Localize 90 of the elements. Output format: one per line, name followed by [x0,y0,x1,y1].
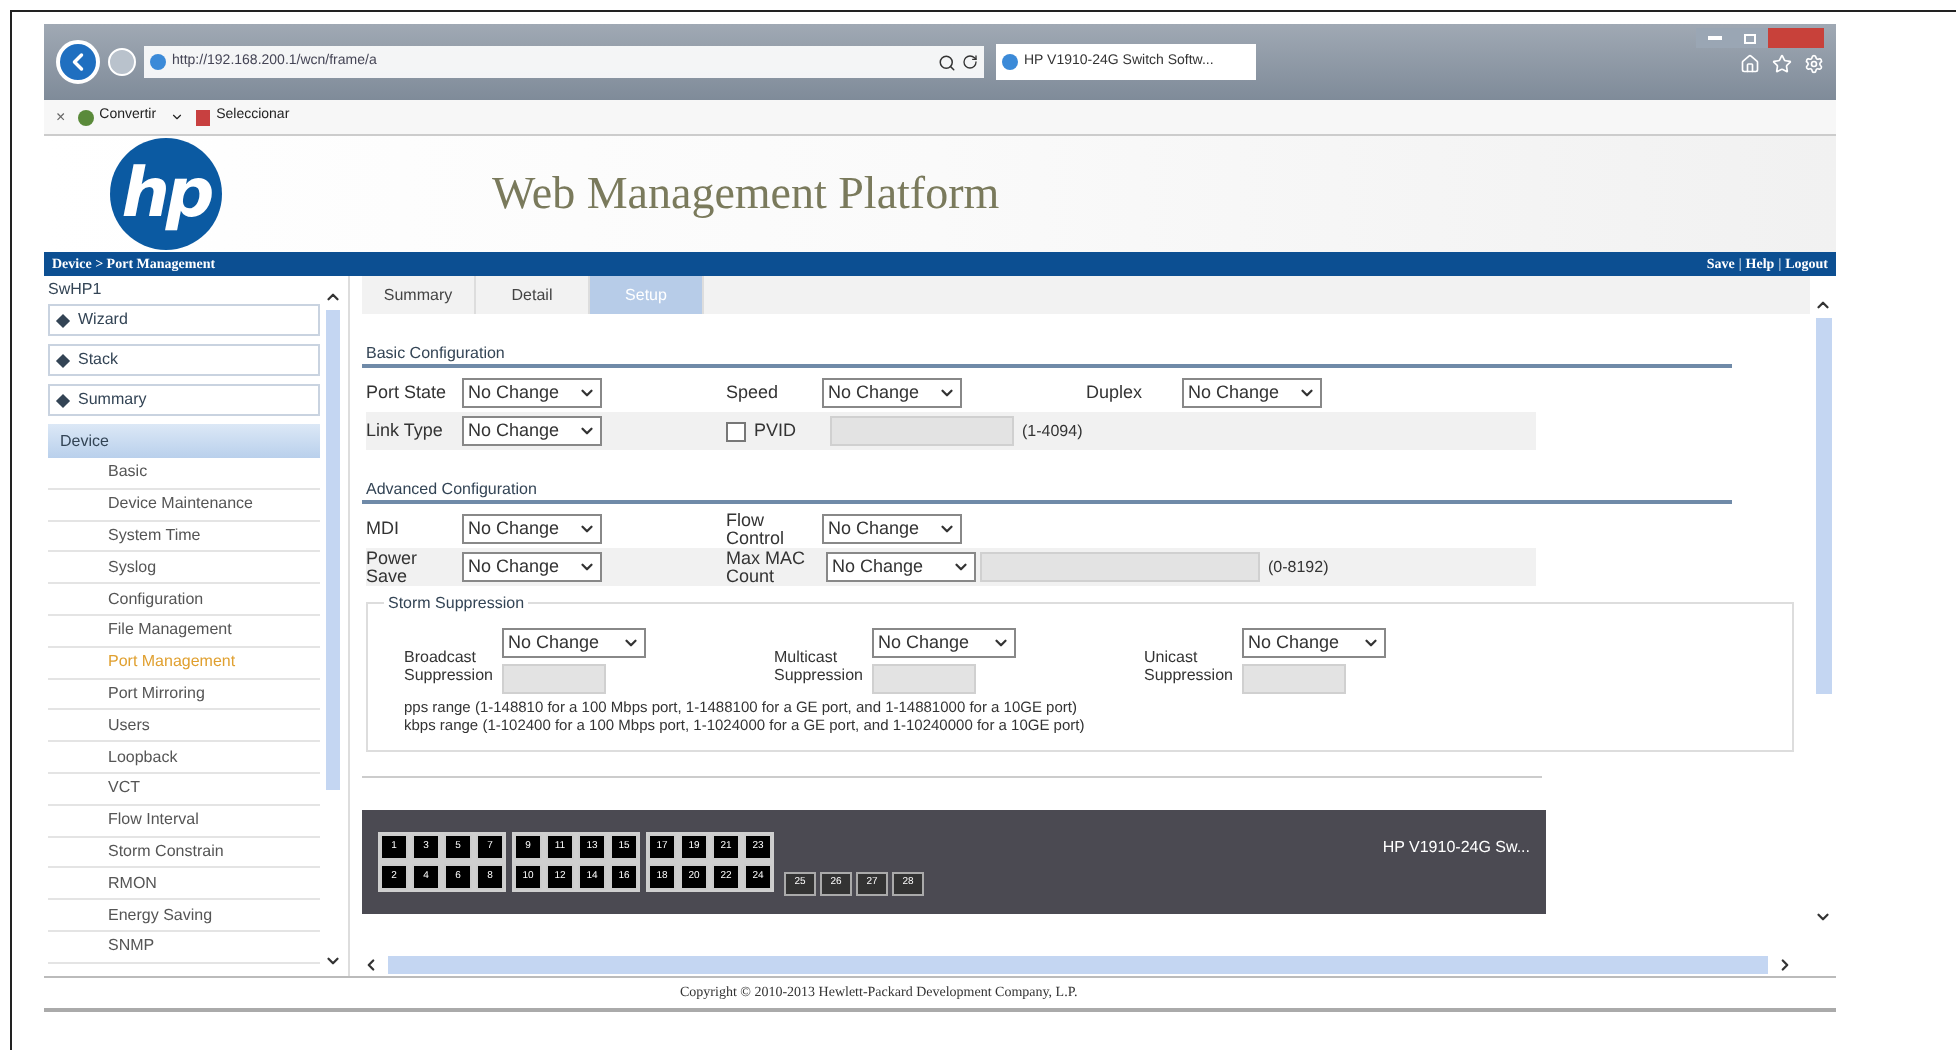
maximize-icon[interactable] [1732,28,1768,48]
dropdown[interactable]: No Change [1182,378,1322,408]
dropdown[interactable]: No Change [462,514,602,544]
input-field[interactable] [980,552,1260,582]
caret-icon [992,634,1010,652]
field-label: Duplex [1086,384,1145,402]
field-label: PVID [754,417,799,444]
dropdown[interactable]: No Change [502,628,646,658]
caret-icon [578,558,596,576]
dropdown[interactable]: No Change [462,378,602,408]
sidebar-item[interactable]: Port Mirroring [48,679,320,711]
field-label: Power Save [366,549,420,585]
scroll-up-icon[interactable] [1814,296,1832,314]
field-label: MDI [366,520,401,538]
section-title: Advanced Configuration [366,478,539,500]
caret-icon [578,384,596,402]
scroll-right-icon[interactable] [1776,956,1794,974]
dropdown[interactable]: No Change [826,552,976,582]
field-label: Multicast Suppression [774,648,865,684]
dropdown[interactable]: No Change [822,514,962,544]
sidebar-item[interactable]: Flow Interval [48,805,320,838]
device-name: SwHP1 [48,278,104,302]
caret-icon [578,520,596,538]
sidebar-group[interactable]: Summary [48,384,320,416]
close-toolbar-button[interactable]: × [56,105,66,129]
sidebar-item[interactable]: VCT [48,773,320,806]
field-label: Max MAC Count [726,549,808,585]
caret-icon [1298,384,1316,402]
sidebar-item[interactable]: Device Maintenance [48,489,320,522]
sidebar-item[interactable]: Configuration [48,584,320,616]
hp-logo: hp [110,138,222,250]
field-label: Speed [726,384,781,402]
caret-icon [938,384,956,402]
sidebar-item[interactable]: Users [48,710,320,743]
caret-icon [170,110,185,124]
caret-icon [622,634,640,652]
range-hint: (0-8192) [1268,555,1329,579]
page-icon [1002,54,1018,70]
scroll-thumb[interactable] [388,956,1768,974]
star-icon[interactable] [1772,54,1792,74]
section-title: Basic Configuration [366,342,507,364]
sidebar-item[interactable]: Storm Constrain [48,837,320,869]
sidebar-group[interactable]: Stack [48,344,320,376]
sidebar-item[interactable]: Basic [48,458,320,490]
page-title: Web Management Platform [492,165,1000,222]
refresh-icon [962,54,978,70]
switch-model: HP V1910-24G Sw... [1382,836,1530,860]
scroll-left-icon[interactable] [362,956,380,974]
forward-button[interactable] [108,48,136,76]
caret-icon [578,422,596,440]
input-field[interactable] [872,664,976,694]
home-icon[interactable] [1740,54,1760,74]
dropdown[interactable]: No Change [822,378,962,408]
sidebar-item[interactable]: Loopback [48,742,320,774]
field-label: Flow Control [726,511,787,547]
dropdown[interactable]: No Change [462,416,602,446]
scroll-down-icon[interactable] [1814,908,1832,926]
field-label: Unicast Suppression [1144,648,1235,684]
sidebar-item[interactable]: System Time [48,521,320,553]
range-hint: (1-4094) [1022,419,1083,443]
dropdown[interactable]: No Change [872,628,1016,658]
input-field[interactable] [502,664,606,694]
field-label: Broadcast Suppression [404,648,495,684]
sidebar-item[interactable]: RMON [48,868,320,901]
checkbox[interactable] [726,421,746,441]
back-button[interactable] [56,40,100,84]
settings-icon[interactable] [1804,54,1824,74]
input-field[interactable] [1242,664,1346,694]
field-label: Link Type [366,422,445,440]
minimize-icon[interactable] [1696,28,1732,48]
input-field[interactable] [830,416,1014,446]
scroll-up-icon[interactable] [323,288,341,306]
scroll-down-icon[interactable] [323,952,341,970]
field-label: Port State [366,384,449,402]
dropdown[interactable]: No Change [1242,628,1386,658]
sidebar-item[interactable]: File Management [48,615,320,648]
dropdown[interactable]: No Change [462,552,602,582]
fieldset-legend: Storm Suppression [384,592,529,616]
sidebar-group[interactable]: Wizard [48,304,320,336]
sidebar-item[interactable]: Energy Saving [48,900,320,932]
scroll-thumb[interactable] [1815,318,1831,694]
sidebar-item[interactable]: Syslog [48,552,320,585]
sidebar-item[interactable]: SNMP [48,931,320,964]
caret-icon [952,558,970,576]
scroll-thumb[interactable] [325,310,339,790]
caret-icon [1362,634,1380,652]
search-icon [938,53,956,71]
caret-icon [938,520,956,538]
sidebar-section[interactable]: Device [48,424,320,458]
page-icon [150,54,166,70]
